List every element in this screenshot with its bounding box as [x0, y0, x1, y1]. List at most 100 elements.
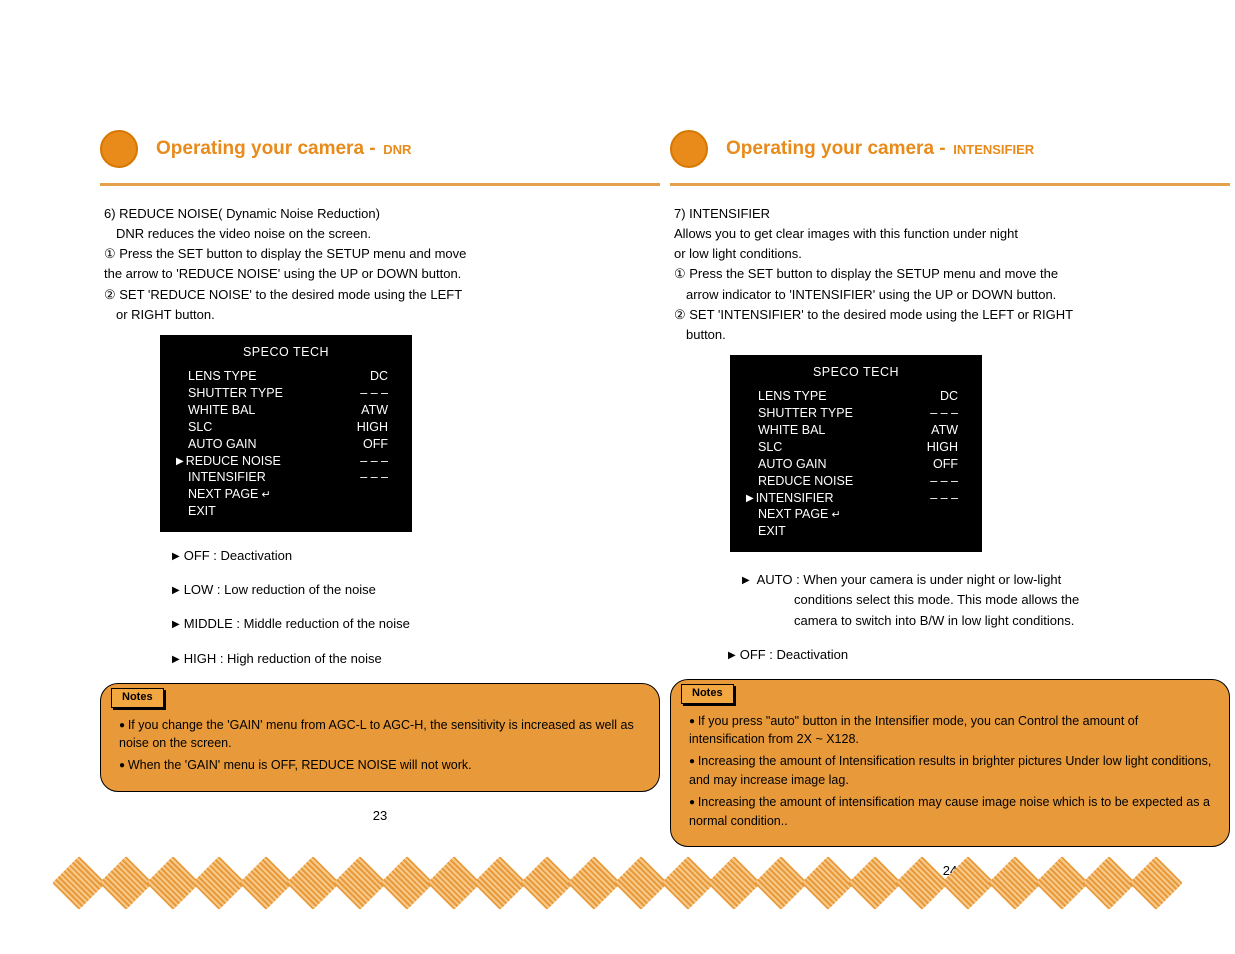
osd-label: LENS TYPE: [188, 368, 370, 385]
osd-row: LENS TYPEDC: [730, 388, 982, 405]
osd-row: AUTO GAINOFF: [730, 456, 982, 473]
osd-value: – – –: [930, 473, 962, 490]
osd-row: LENS TYPEDC: [160, 368, 412, 385]
option-list: OFF : Deactivation: [728, 645, 1230, 665]
osd-menu: SPECO TECH LENS TYPEDCSHUTTER TYPE– – –W…: [730, 355, 982, 552]
page-header: Operating your camera - INTENSIFIER: [670, 130, 1230, 168]
osd-label: INTENSIFIER: [756, 490, 930, 507]
osd-value: [388, 486, 392, 503]
osd-value: DC: [370, 368, 392, 385]
osd-row: EXIT: [160, 503, 412, 520]
osd-title: SPECO TECH: [730, 363, 982, 382]
osd-value: – – –: [930, 405, 962, 422]
notes-box: Notes If you change the 'GAIN' menu from…: [100, 683, 660, 792]
osd-value: ATW: [931, 422, 962, 439]
intro-line: Allows you to get clear images with this…: [670, 224, 1230, 244]
body-text: 7) INTENSIFIER Allows you to get clear i…: [670, 204, 1230, 881]
osd-row: SHUTTER TYPE– – –: [730, 405, 982, 422]
intro-line: DNR reduces the video noise on the scree…: [100, 224, 660, 244]
option-item: HIGH : High reduction of the noise: [172, 649, 660, 669]
osd-value: OFF: [363, 436, 392, 453]
osd-row: WHITE BALATW: [160, 402, 412, 419]
osd-label: WHITE BAL: [188, 402, 361, 419]
osd-row: INTENSIFIER– – –: [730, 490, 982, 507]
option-text: AUTO : When your camera is under night o…: [757, 572, 1062, 587]
osd-label: SHUTTER TYPE: [758, 405, 930, 422]
step-line: or RIGHT button.: [100, 305, 660, 325]
osd-label: NEXT PAGE: [188, 486, 388, 503]
osd-rows: LENS TYPEDCSHUTTER TYPE– – –WHITE BALATW…: [160, 368, 412, 520]
osd-value: – – –: [930, 490, 962, 507]
osd-value: [958, 506, 962, 523]
osd-label: LENS TYPE: [758, 388, 940, 405]
osd-row: AUTO GAINOFF: [160, 436, 412, 453]
section-number: 7) INTENSIFIER: [670, 204, 1230, 224]
section-number: 6) REDUCE NOISE( Dynamic Noise Reduction…: [100, 204, 660, 224]
osd-row: SHUTTER TYPE– – –: [160, 385, 412, 402]
osd-label: SLC: [758, 439, 927, 456]
page-title: Operating your camera - DNR: [156, 138, 411, 160]
osd-value: [388, 503, 392, 520]
step-line: button.: [670, 325, 1230, 345]
intro-line: or low light conditions.: [670, 244, 1230, 264]
header-main: Operating your camera -: [156, 138, 376, 159]
step-line: ② SET 'REDUCE NOISE' to the desired mode…: [100, 285, 660, 305]
page-left: Operating your camera - DNR 6) REDUCE NO…: [100, 130, 660, 881]
osd-value: OFF: [933, 456, 962, 473]
page-number: 23: [100, 806, 660, 826]
osd-value: DC: [940, 388, 962, 405]
page-header: Operating your camera - DNR: [100, 130, 660, 168]
step-line: arrow indicator to 'INTENSIFIER' using t…: [670, 285, 1230, 305]
osd-row: EXIT: [730, 523, 982, 540]
step-line: the arrow to 'REDUCE NOISE' using the UP…: [100, 264, 660, 284]
option-list: OFF : Deactivation LOW : Low reduction of…: [172, 546, 660, 669]
page-right: Operating your camera - INTENSIFIER 7) I…: [670, 130, 1230, 881]
header-rule: [100, 183, 660, 186]
notes-label: Notes: [111, 688, 164, 708]
osd-value: – – –: [360, 453, 392, 470]
osd-row: REDUCE NOISE– – –: [160, 453, 412, 470]
header-sub: DNR: [383, 142, 411, 157]
option-item: OFF : Deactivation: [172, 546, 660, 566]
osd-row: NEXT PAGE: [160, 486, 412, 503]
osd-row: WHITE BALATW: [730, 422, 982, 439]
notes-body: If you change the 'GAIN' menu from AGC-L…: [119, 716, 643, 775]
option-item: AUTO : When your camera is under night o…: [742, 570, 1230, 630]
osd-label: SLC: [188, 419, 357, 436]
header-main: Operating your camera -: [726, 138, 946, 159]
osd-row: NEXT PAGE: [730, 506, 982, 523]
page-number: 24: [670, 861, 1230, 881]
osd-value: ATW: [361, 402, 392, 419]
step-line: ① Press the SET button to display the SE…: [670, 264, 1230, 284]
osd-label: INTENSIFIER: [188, 469, 360, 486]
option-subline: camera to switch into B/W in low light c…: [794, 611, 1230, 631]
step-line: ② SET 'INTENSIFIER' to the desired mode …: [670, 305, 1230, 325]
osd-value: – – –: [360, 469, 392, 486]
osd-label: SHUTTER TYPE: [188, 385, 360, 402]
note-line: If you change the 'GAIN' menu from AGC-L…: [119, 716, 643, 753]
option-item: MIDDLE : Middle reduction of the noise: [172, 614, 660, 634]
option-item: LOW : Low reduction of the noise: [172, 580, 660, 600]
osd-label: AUTO GAIN: [758, 456, 933, 473]
option-subline: conditions select this mode. This mode a…: [794, 590, 1230, 610]
notes-body: If you press "auto" button in the Intens…: [689, 712, 1213, 830]
note-line: When the 'GAIN' menu is OFF, REDUCE NOIS…: [119, 756, 643, 775]
osd-label: REDUCE NOISE: [186, 453, 360, 470]
osd-label: AUTO GAIN: [188, 436, 363, 453]
osd-value: HIGH: [357, 419, 392, 436]
osd-label: NEXT PAGE: [758, 506, 958, 523]
page-title: Operating your camera - INTENSIFIER: [726, 138, 1034, 160]
header-rule: [670, 183, 1230, 186]
osd-row: SLCHIGH: [730, 439, 982, 456]
osd-rows: LENS TYPEDCSHUTTER TYPE– – –WHITE BALATW…: [730, 388, 982, 540]
note-line: If you press "auto" button in the Intens…: [689, 712, 1213, 749]
option-list: AUTO : When your camera is under night o…: [742, 570, 1230, 630]
osd-label: REDUCE NOISE: [758, 473, 930, 490]
osd-label: EXIT: [188, 503, 388, 520]
osd-row: REDUCE NOISE– – –: [730, 473, 982, 490]
osd-value: – – –: [360, 385, 392, 402]
notes-label: Notes: [681, 684, 734, 704]
note-line: Increasing the amount of intensification…: [689, 793, 1213, 830]
option-item: OFF : Deactivation: [728, 645, 1230, 665]
header-sub: INTENSIFIER: [953, 142, 1034, 157]
